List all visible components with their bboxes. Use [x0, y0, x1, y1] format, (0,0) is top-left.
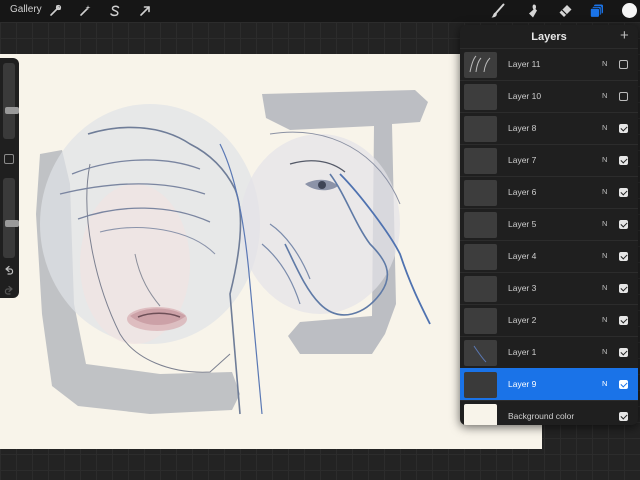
layer-thumbnail [464, 404, 497, 425]
layer-row[interactable]: Layer 8 N [460, 112, 638, 144]
layer-blend-mode[interactable]: N [602, 155, 607, 164]
layer-blend-mode[interactable]: N [602, 379, 607, 388]
layer-name: Layer 11 [508, 59, 541, 69]
brush-icon[interactable] [490, 3, 506, 19]
eraser-icon[interactable] [557, 3, 573, 19]
layer-row[interactable]: Layer 7 N [460, 144, 638, 176]
transform-arrow-icon[interactable] [138, 4, 152, 18]
opacity-thumb[interactable] [5, 220, 19, 227]
layer-thumbnail [464, 84, 497, 110]
top-toolbar: Gallery [0, 0, 640, 22]
layers-panel: Layers + Layer 11 N Layer 10 N Layer 8 N… [460, 25, 638, 425]
layer-name: Layer 7 [508, 155, 537, 165]
layer-row[interactable]: Layer 10 N [460, 80, 638, 112]
layer-visibility-checkbox[interactable] [619, 124, 628, 133]
layer-blend-mode[interactable]: N [602, 347, 607, 356]
gallery-button[interactable]: Gallery [10, 4, 42, 15]
layer-blend-mode[interactable]: N [602, 283, 607, 292]
brush-size-thumb[interactable] [5, 107, 19, 114]
modify-square-button[interactable] [4, 154, 14, 164]
layer-blend-mode[interactable]: N [602, 219, 607, 228]
layer-thumbnail [464, 148, 497, 174]
layer-visibility-checkbox[interactable] [619, 380, 628, 389]
layer-row[interactable]: Layer 2 N [460, 304, 638, 336]
layer-row-background[interactable]: Background color [460, 400, 638, 425]
layer-visibility-checkbox[interactable] [619, 60, 628, 69]
smudge-icon[interactable] [525, 3, 541, 19]
layer-name: Layer 2 [508, 315, 537, 325]
layer-sketch-icon [469, 55, 491, 73]
layer-name: Layer 6 [508, 187, 537, 197]
layer-visibility-checkbox[interactable] [619, 284, 628, 293]
layer-thumbnail [464, 244, 497, 270]
layer-row-selected[interactable]: Layer 9 N [460, 368, 638, 400]
layer-blend-mode[interactable]: N [602, 251, 607, 260]
layer-name: Layer 8 [508, 123, 537, 133]
layer-row[interactable]: Layer 4 N [460, 240, 638, 272]
color-picker-button[interactable] [622, 3, 637, 18]
left-sidebar [0, 58, 19, 298]
layer-thumbnail [464, 116, 497, 142]
layer-name: Layer 4 [508, 251, 537, 261]
layers-icon[interactable] [589, 3, 605, 19]
layer-name: Background color [508, 411, 575, 421]
layer-blend-mode[interactable]: N [602, 59, 607, 68]
layer-visibility-checkbox[interactable] [619, 252, 628, 261]
layer-blend-mode[interactable]: N [602, 315, 607, 324]
layer-name: Layer 1 [508, 347, 537, 357]
layer-visibility-checkbox[interactable] [619, 348, 628, 357]
layer-thumbnail [464, 340, 497, 366]
layer-name: Layer 3 [508, 283, 537, 293]
layer-thumbnail [464, 308, 497, 334]
layer-blend-mode[interactable]: N [602, 91, 607, 100]
layer-row[interactable]: Layer 5 N [460, 208, 638, 240]
plus-icon[interactable]: + [620, 27, 629, 44]
wrench-icon[interactable] [48, 4, 62, 18]
opacity-slider[interactable] [3, 178, 19, 258]
layer-visibility-checkbox[interactable] [619, 156, 628, 165]
brush-size-slider[interactable] [3, 63, 19, 139]
magic-wand-icon[interactable] [78, 4, 92, 18]
layer-row[interactable]: Layer 11 N [460, 48, 638, 80]
layer-stroke-icon [473, 345, 487, 363]
layer-visibility-checkbox[interactable] [619, 316, 628, 325]
layer-visibility-checkbox[interactable] [619, 220, 628, 229]
layer-row[interactable]: Layer 6 N [460, 176, 638, 208]
layer-blend-mode[interactable]: N [602, 187, 607, 196]
layer-visibility-checkbox[interactable] [619, 412, 628, 421]
layers-panel-title: Layers [531, 31, 567, 43]
layer-thumbnail [464, 180, 497, 206]
layer-name: Layer 5 [508, 219, 537, 229]
layer-name: Layer 9 [508, 379, 537, 389]
layer-visibility-checkbox[interactable] [619, 92, 628, 101]
layer-row[interactable]: Layer 3 N [460, 272, 638, 304]
layer-name: Layer 10 [508, 91, 542, 101]
layer-thumbnail [464, 52, 497, 78]
layer-blend-mode[interactable]: N [602, 123, 607, 132]
redo-icon[interactable] [3, 285, 15, 297]
layer-thumbnail [464, 372, 497, 398]
layer-row[interactable]: Layer 1 N [460, 336, 638, 368]
undo-icon[interactable] [3, 265, 15, 277]
layer-visibility-checkbox[interactable] [619, 188, 628, 197]
layer-thumbnail [464, 276, 497, 302]
selection-s-icon[interactable] [108, 4, 122, 18]
layer-thumbnail [464, 212, 497, 238]
